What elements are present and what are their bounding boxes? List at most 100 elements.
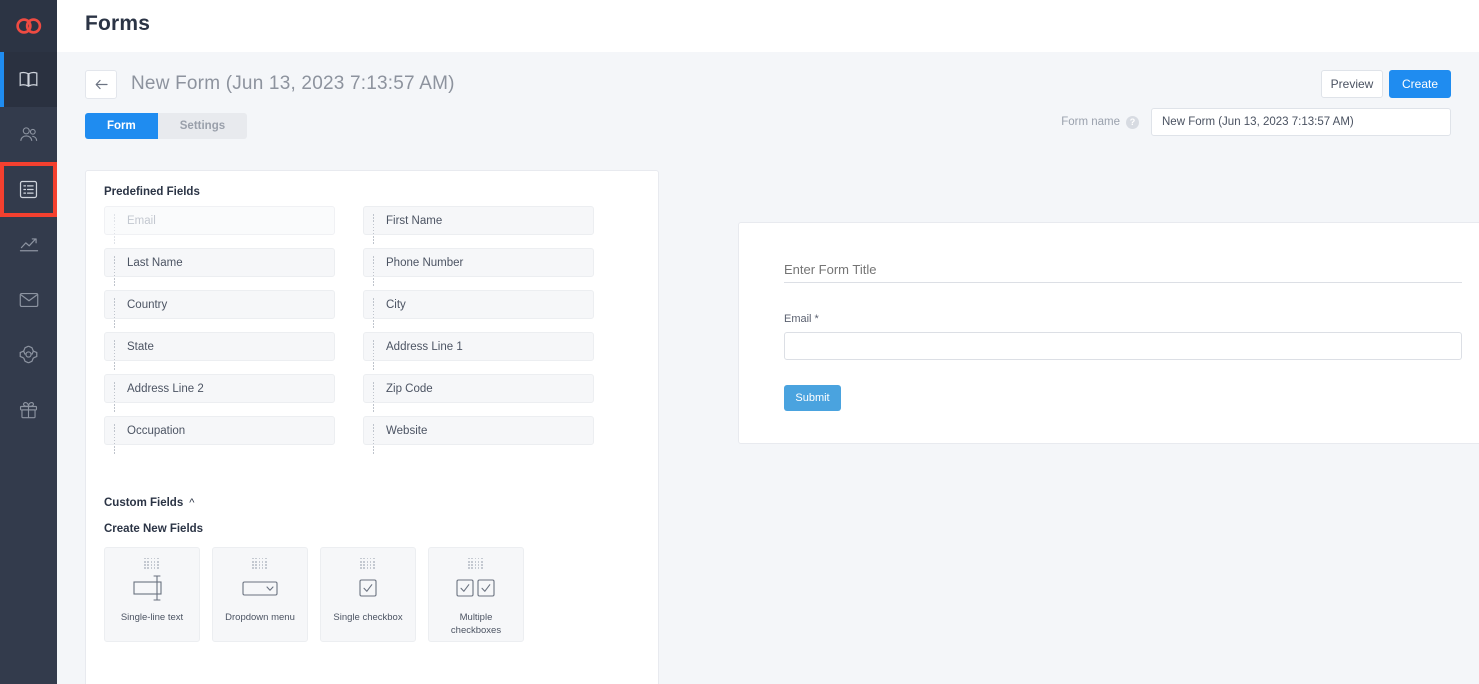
tab-settings[interactable]: Settings	[157, 113, 248, 139]
drag-handle-icon	[372, 340, 377, 370]
page-title: Forms	[85, 12, 151, 35]
drag-handle-icon	[113, 382, 118, 412]
predefined-field-label: Country	[127, 298, 168, 311]
people-icon	[19, 127, 37, 141]
create-button[interactable]: Create	[1389, 70, 1451, 98]
predefined-field-chip[interactable]: Address Line 1	[363, 332, 594, 370]
drag-handle-icon	[372, 256, 377, 286]
predefined-fields-grid: Email First Name Last Name Phone Number Coun…	[104, 206, 594, 454]
list-icon	[19, 180, 38, 199]
predefined-field-label: Website	[386, 424, 428, 437]
app-root: Forms New Form (Jun 13, 2023 7:13:57 AM)…	[0, 0, 1479, 684]
create-card-label: Single-line text	[120, 612, 184, 623]
multi-checkbox-icon	[454, 571, 498, 605]
custom-fields-toggle[interactable]: Custom Fields ^	[104, 497, 194, 509]
drag-handle-icon	[372, 424, 377, 454]
sidebar-item-analytics[interactable]	[0, 217, 57, 272]
back-button[interactable]	[85, 70, 117, 99]
predefined-field-label: Address Line 1	[386, 340, 463, 353]
predefined-field-label: Occupation	[127, 424, 186, 437]
predefined-field-chip[interactable]: Address Line 2	[104, 374, 335, 412]
drag-handle-icon	[113, 424, 118, 454]
predefined-field-chip: Email	[104, 206, 335, 244]
drag-handle-icon	[372, 214, 377, 244]
create-fields-cards: Single-line text Dropdown menu Single ch…	[104, 547, 524, 642]
predefined-field-label: First Name	[386, 214, 443, 227]
drag-handle-icon	[113, 256, 118, 286]
book-icon	[19, 71, 38, 87]
sidebar-item-contacts[interactable]	[0, 107, 57, 162]
drag-handle-icon	[468, 557, 485, 569]
predefined-field-chip[interactable]: Zip Code	[363, 374, 594, 412]
mail-icon	[19, 292, 38, 307]
preview-field-email-input[interactable]	[784, 332, 1462, 360]
text-input-icon	[127, 571, 177, 605]
drag-handle-icon	[372, 298, 377, 328]
sidebar-item-campaigns[interactable]	[0, 272, 57, 327]
form-title-input[interactable]	[784, 257, 1462, 283]
app-logo[interactable]	[0, 0, 57, 52]
drag-handle-icon	[372, 382, 377, 412]
predefined-field-chip[interactable]: State	[104, 332, 335, 370]
predefined-field-chip[interactable]: First Name	[363, 206, 594, 244]
arrow-left-icon	[95, 79, 108, 90]
sidebar-item-settings[interactable]	[0, 327, 57, 382]
gift-icon	[19, 401, 38, 418]
create-card-single-line-text[interactable]: Single-line text	[104, 547, 200, 642]
form-name-input[interactable]	[1151, 108, 1451, 136]
predefined-field-chip[interactable]: Country	[104, 290, 335, 328]
infinity-logo-icon	[15, 18, 41, 34]
preview-field-label: Email *	[784, 313, 819, 325]
chart-icon	[19, 238, 38, 252]
form-name-label: Form name	[1061, 116, 1120, 128]
predefined-field-chip[interactable]: City	[363, 290, 594, 328]
form-header: New Form (Jun 13, 2023 7:13:57 AM) Previ…	[85, 70, 1451, 140]
create-card-label: Dropdown menu	[225, 612, 295, 623]
drag-handle-icon	[144, 557, 161, 569]
predefined-field-chip[interactable]: Last Name	[104, 248, 335, 286]
predefined-field-label: Address Line 2	[127, 382, 204, 395]
predefined-field-label: Phone Number	[386, 256, 464, 269]
predefined-field-chip[interactable]: Phone Number	[363, 248, 594, 286]
create-card-label: Multiple checkboxes	[450, 612, 502, 636]
gear-icon	[19, 345, 38, 364]
preview-button[interactable]: Preview	[1321, 70, 1383, 98]
create-card-label: Single checkbox	[333, 612, 403, 623]
checkbox-icon	[357, 571, 379, 605]
dropdown-icon	[239, 571, 281, 605]
predefined-field-label: State	[127, 340, 154, 353]
fields-panel: Predefined Fields Email First Name Last Na…	[85, 170, 659, 684]
form-preview-panel: Email * Submit	[738, 222, 1479, 444]
drag-handle-icon	[113, 298, 118, 328]
sidebar-item-knowledge-base[interactable]	[0, 52, 57, 107]
main-content: New Form (Jun 13, 2023 7:13:57 AM) Previ…	[57, 52, 1479, 684]
sidebar-item-rewards[interactable]	[0, 382, 57, 437]
custom-fields-title: Custom Fields	[104, 497, 184, 509]
create-new-fields-title: Create New Fields	[104, 523, 204, 535]
top-header: Forms	[57, 0, 1479, 52]
chevron-up-icon: ^	[189, 497, 195, 509]
form-name-group: Form name ?	[1061, 108, 1451, 136]
question-mark-icon[interactable]: ?	[1126, 115, 1139, 129]
drag-handle-icon	[113, 214, 118, 244]
create-card-multiple-checkboxes[interactable]: Multiple checkboxes	[428, 547, 524, 642]
drag-handle-icon	[113, 340, 118, 370]
submit-button[interactable]: Submit	[784, 385, 841, 411]
predefined-field-chip[interactable]: Occupation	[104, 416, 335, 454]
drag-handle-icon	[252, 557, 269, 569]
drag-handle-icon	[360, 557, 377, 569]
sidebar-item-forms[interactable]	[0, 162, 57, 217]
form-preview-inner: Email * Submit	[784, 257, 1462, 411]
predefined-fields-title: Predefined Fields	[104, 186, 200, 198]
sidebar	[0, 0, 57, 684]
tab-bar: Form Settings	[85, 113, 248, 139]
create-card-dropdown-menu[interactable]: Dropdown menu	[212, 547, 308, 642]
predefined-field-label: City	[386, 298, 406, 311]
predefined-field-label: Zip Code	[386, 382, 433, 395]
predefined-field-chip[interactable]: Website	[363, 416, 594, 454]
predefined-field-label: Email	[127, 214, 156, 227]
create-card-single-checkbox[interactable]: Single checkbox	[320, 547, 416, 642]
predefined-field-label: Last Name	[127, 256, 183, 269]
tab-form[interactable]: Form	[85, 113, 158, 139]
form-subtitle: New Form (Jun 13, 2023 7:13:57 AM)	[131, 73, 455, 94]
